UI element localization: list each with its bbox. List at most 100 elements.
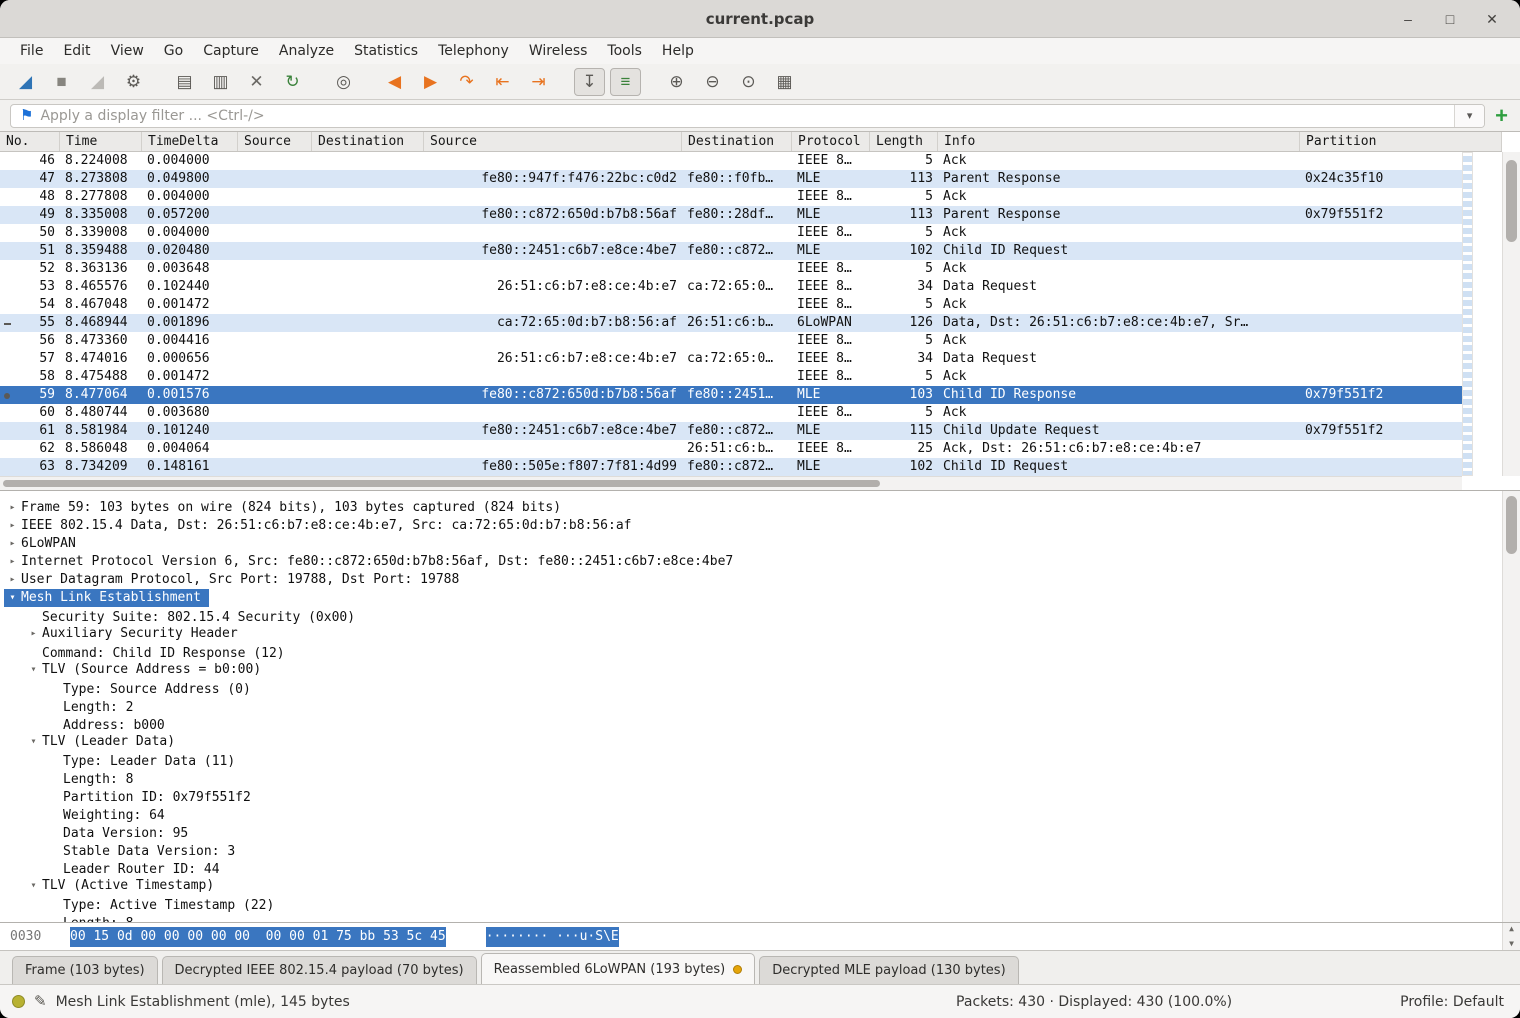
detail-row[interactable]: Type: Leader Data (11) bbox=[0, 750, 1502, 768]
detail-row[interactable]: ▸6LoWPAN bbox=[0, 534, 1502, 552]
detail-row[interactable]: Stable Data Version: 3 bbox=[0, 840, 1502, 858]
packet-row-58[interactable]: 588.4754880.001472IEEE 8…5Ack bbox=[0, 368, 1462, 386]
packet-row-47[interactable]: 478.2738080.049800fe80::947f:f476:22bc:c… bbox=[0, 170, 1462, 188]
maximize-button[interactable]: □ bbox=[1438, 7, 1462, 31]
reload-file-button[interactable]: ↻ bbox=[277, 68, 308, 96]
detail-row[interactable]: ▸Internet Protocol Version 6, Src: fe80:… bbox=[0, 552, 1502, 570]
column-header-no[interactable]: No. bbox=[0, 132, 60, 151]
column-header-protocol[interactable]: Protocol bbox=[792, 132, 870, 151]
column-header-partition[interactable]: Partition bbox=[1300, 132, 1502, 151]
menu-analyze[interactable]: Analyze bbox=[269, 41, 344, 61]
packet-row-50[interactable]: 508.3390080.004000IEEE 8…5Ack bbox=[0, 224, 1462, 242]
add-filter-button[interactable]: + bbox=[1493, 105, 1510, 127]
go-first-button[interactable]: ⇤ bbox=[487, 68, 518, 96]
column-header-timedelta[interactable]: TimeDelta bbox=[142, 132, 238, 151]
packet-row-52[interactable]: 528.3631360.003648IEEE 8…5Ack bbox=[0, 260, 1462, 278]
packet-list-vscrollbar[interactable] bbox=[1502, 152, 1520, 476]
detail-row[interactable]: ▾TLV (Leader Data) bbox=[0, 732, 1502, 750]
details-vscrollbar[interactable] bbox=[1502, 491, 1520, 922]
start-capture-button[interactable]: ◢ bbox=[10, 68, 41, 96]
title-bar[interactable]: current.pcap –□✕ bbox=[0, 0, 1520, 38]
packet-row-49[interactable]: 498.3350080.057200fe80::c872:650d:b7b8:5… bbox=[0, 206, 1462, 224]
filter-dropdown-button[interactable]: ▾ bbox=[1454, 105, 1484, 127]
menu-wireless[interactable]: Wireless bbox=[519, 41, 598, 61]
column-header-info[interactable]: Info bbox=[938, 132, 1300, 151]
go-to-packet-button[interactable]: ↷ bbox=[451, 68, 482, 96]
expander-collapsed-icon[interactable]: ▸ bbox=[4, 571, 21, 589]
display-filter-input[interactable] bbox=[38, 107, 1454, 125]
zoom-original-button[interactable]: ⊙ bbox=[733, 68, 764, 96]
bytes-vscrollbar[interactable]: ▲ ▼ bbox=[1502, 923, 1520, 950]
packet-row-55[interactable]: 558.4689440.001896ca:72:65:0d:b7:b8:56:a… bbox=[0, 314, 1462, 332]
packet-row-46[interactable]: 468.2240080.004000IEEE 8…5Ack bbox=[0, 152, 1462, 170]
packet-row-57[interactable]: 578.4740160.00065626:51:c6:b7:e8:ce:4b:e… bbox=[0, 350, 1462, 368]
go-forward-button[interactable]: ▶ bbox=[415, 68, 446, 96]
zoom-out-button[interactable]: ⊖ bbox=[697, 68, 728, 96]
hex-row[interactable]: 003000 15 0d 00 00 00 00 00 00 00 01 75 … bbox=[10, 927, 1502, 947]
detail-row[interactable]: ▾TLV (Source Address = b0:00) bbox=[0, 660, 1502, 678]
detail-row[interactable]: Security Suite: 802.15.4 Security (0x00) bbox=[0, 606, 1502, 624]
scroll-down-icon[interactable]: ▼ bbox=[1509, 939, 1514, 949]
detail-row[interactable]: Data Version: 95 bbox=[0, 822, 1502, 840]
packet-row-61[interactable]: 618.5819840.101240fe80::2451:c6b7:e8ce:4… bbox=[0, 422, 1462, 440]
bytes-tab-decrypted-mle-payload-130-bytes[interactable]: Decrypted MLE payload (130 bytes) bbox=[759, 956, 1018, 984]
close-file-button[interactable]: ✕ bbox=[241, 68, 272, 96]
capture-comment-icon[interactable]: ✎ bbox=[34, 994, 47, 1009]
expander-expanded-icon[interactable]: ▾ bbox=[25, 877, 42, 895]
bytes-tab-reassembled-6lowpan-193-bytes[interactable]: Reassembled 6LoWPAN (193 bytes) bbox=[481, 953, 756, 984]
expander-collapsed-icon[interactable]: ▸ bbox=[4, 499, 21, 517]
menu-file[interactable]: File bbox=[10, 41, 53, 61]
bytes-tab-decrypted-ieee-802-15-4-payload-70-bytes[interactable]: Decrypted IEEE 802.15.4 payload (70 byte… bbox=[162, 956, 477, 984]
menu-view[interactable]: View bbox=[101, 41, 154, 61]
menu-statistics[interactable]: Statistics bbox=[344, 41, 428, 61]
go-last-button[interactable]: ⇥ bbox=[523, 68, 554, 96]
zoom-in-button[interactable]: ⊕ bbox=[661, 68, 692, 96]
column-header-source[interactable]: Source bbox=[238, 132, 312, 151]
packet-list-vscrollbar-thumb[interactable] bbox=[1506, 160, 1517, 242]
packet-row-59[interactable]: 598.4770640.001576fe80::c872:650d:b7b8:5… bbox=[0, 386, 1462, 404]
restart-capture-button[interactable]: ◢ bbox=[82, 68, 113, 96]
details-vscrollbar-thumb[interactable] bbox=[1506, 496, 1517, 554]
auto-scroll-button[interactable]: ↧ bbox=[574, 68, 605, 96]
packet-row-51[interactable]: 518.3594880.020480fe80::2451:c6b7:e8ce:4… bbox=[0, 242, 1462, 260]
detail-row[interactable]: Partition ID: 0x79f551f2 bbox=[0, 786, 1502, 804]
expander-collapsed-icon[interactable]: ▸ bbox=[4, 553, 21, 571]
expander-collapsed-icon[interactable]: ▸ bbox=[25, 625, 42, 643]
packet-row-60[interactable]: 608.4807440.003680IEEE 8…5Ack bbox=[0, 404, 1462, 422]
detail-row[interactable]: ▸Frame 59: 103 bytes on wire (824 bits),… bbox=[0, 498, 1502, 516]
save-file-button[interactable]: ▥ bbox=[205, 68, 236, 96]
close-button[interactable]: ✕ bbox=[1480, 7, 1504, 31]
expander-expanded-icon[interactable]: ▾ bbox=[4, 589, 21, 607]
packet-row-63[interactable]: 638.7342090.148161fe80::505e:f807:7f81:4… bbox=[0, 458, 1462, 476]
column-header-source[interactable]: Source bbox=[424, 132, 682, 151]
detail-row[interactable]: Type: Active Timestamp (22) bbox=[0, 894, 1502, 912]
colorize-button[interactable]: ≡ bbox=[610, 68, 641, 96]
resize-columns-button[interactable]: ▦ bbox=[769, 68, 800, 96]
menu-go[interactable]: Go bbox=[154, 41, 193, 61]
detail-row[interactable]: Address: b000 bbox=[0, 714, 1502, 732]
column-header-time[interactable]: Time bbox=[60, 132, 142, 151]
capture-options-button[interactable]: ⚙ bbox=[118, 68, 149, 96]
menu-edit[interactable]: Edit bbox=[53, 41, 100, 61]
expander-collapsed-icon[interactable]: ▸ bbox=[4, 535, 21, 553]
expander-collapsed-icon[interactable]: ▸ bbox=[4, 517, 21, 535]
menu-capture[interactable]: Capture bbox=[193, 41, 269, 61]
detail-row[interactable]: ▸Auxiliary Security Header bbox=[0, 624, 1502, 642]
filter-bookmark-icon[interactable]: ⚑ bbox=[20, 108, 33, 123]
menu-tools[interactable]: Tools bbox=[597, 41, 652, 61]
minimize-button[interactable]: – bbox=[1396, 7, 1420, 31]
detail-row[interactable]: ▸User Datagram Protocol, Src Port: 19788… bbox=[0, 570, 1502, 588]
column-header-length[interactable]: Length bbox=[870, 132, 938, 151]
open-file-button[interactable]: ▤ bbox=[169, 68, 200, 96]
detail-row[interactable]: Command: Child ID Response (12) bbox=[0, 642, 1502, 660]
bytes-tab-frame-103-bytes[interactable]: Frame (103 bytes) bbox=[12, 956, 158, 984]
column-header-destination[interactable]: Destination bbox=[682, 132, 792, 151]
expert-info-icon[interactable] bbox=[12, 995, 25, 1008]
packet-list-minimap[interactable] bbox=[1462, 152, 1473, 476]
packet-row-54[interactable]: 548.4670480.001472IEEE 8…5Ack bbox=[0, 296, 1462, 314]
packet-row-56[interactable]: 568.4733600.004416IEEE 8…5Ack bbox=[0, 332, 1462, 350]
detail-row[interactable]: Type: Source Address (0) bbox=[0, 678, 1502, 696]
expander-expanded-icon[interactable]: ▾ bbox=[25, 733, 42, 751]
go-back-button[interactable]: ◀ bbox=[379, 68, 410, 96]
packet-row-53[interactable]: 538.4655760.10244026:51:c6:b7:e8:ce:4b:e… bbox=[0, 278, 1462, 296]
